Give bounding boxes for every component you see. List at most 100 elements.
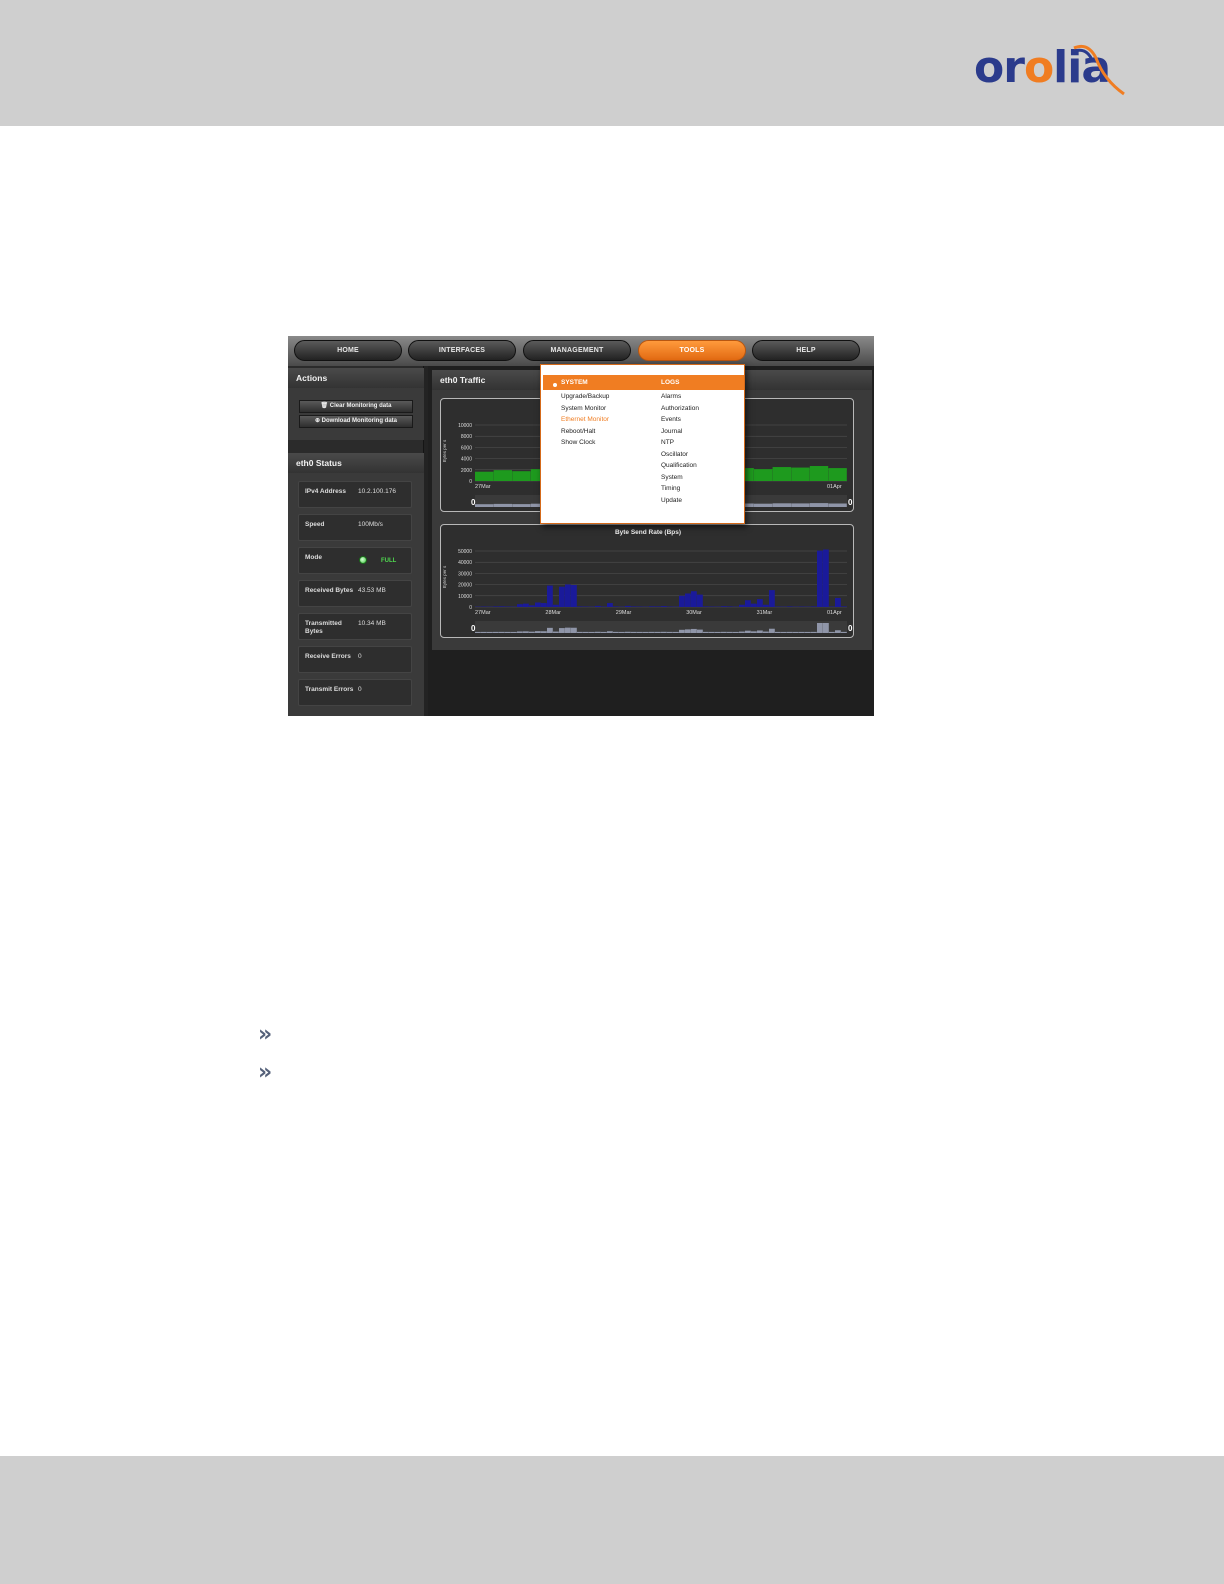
navigator-bar bbox=[595, 631, 601, 633]
navigator-bar bbox=[547, 627, 553, 633]
data-bar bbox=[649, 606, 655, 607]
navigator-bar bbox=[781, 631, 787, 633]
x-tick-label: 27Mar bbox=[475, 610, 491, 616]
navigator-bar bbox=[481, 631, 487, 633]
menu-item-system-log[interactable]: System bbox=[661, 474, 683, 481]
navigator-bar bbox=[745, 630, 751, 633]
page-header: orolia bbox=[0, 0, 1224, 126]
navigator-bar bbox=[733, 631, 739, 633]
data-bar bbox=[703, 606, 709, 607]
navigator-bar bbox=[679, 629, 685, 633]
y-tick-label: 0 bbox=[469, 479, 472, 485]
menu-item-update[interactable]: Update bbox=[661, 497, 682, 504]
menu-item-authorization[interactable]: Authorization bbox=[661, 405, 699, 412]
data-bar bbox=[691, 591, 697, 607]
page-footer bbox=[0, 1456, 1224, 1584]
menu-item-oscillator[interactable]: Oscillator bbox=[661, 451, 688, 458]
menu-item-show-clock[interactable]: Show Clock bbox=[561, 439, 595, 446]
data-bar bbox=[769, 590, 775, 607]
y-tick-label: 4000 bbox=[461, 457, 472, 463]
y-tick-label: 40000 bbox=[458, 560, 472, 566]
navigator-bar bbox=[828, 503, 847, 507]
status-panel: IPv4 Address 10.2.100.176 Speed 100Mb/s … bbox=[288, 473, 424, 716]
navigator-bar bbox=[601, 631, 607, 633]
download-monitoring-button[interactable]: ⊕ Download Monitoring data bbox=[299, 415, 413, 428]
status-row-received-bytes: Received Bytes 43.53 MB bbox=[298, 580, 412, 607]
status-row-mode: Mode FULL bbox=[298, 547, 412, 574]
navigator-bar bbox=[799, 631, 805, 633]
navigator-start-handle: 0 bbox=[471, 498, 476, 507]
menu-item-system-monitor[interactable]: System Monitor bbox=[561, 405, 606, 412]
menu-item-reboot-halt[interactable]: Reboot/Halt bbox=[561, 428, 595, 435]
navigator-bar bbox=[499, 631, 505, 633]
navigator-bar bbox=[685, 629, 691, 633]
nav-interfaces[interactable]: INTERFACES bbox=[408, 340, 516, 361]
navigator-bar bbox=[487, 631, 493, 633]
navigator-bar bbox=[739, 631, 745, 633]
menu-item-events[interactable]: Events bbox=[661, 416, 681, 423]
navigator-bar bbox=[535, 631, 541, 633]
x-tick-label: 30Mar bbox=[686, 610, 702, 616]
navigator-bar bbox=[589, 631, 595, 633]
status-row-ipv4: IPv4 Address 10.2.100.176 bbox=[298, 481, 412, 508]
web-ui-screenshot: HOME INTERFACES MANAGEMENT TOOLS HELP Ac… bbox=[288, 336, 874, 716]
sidebar: Actions 🗑 Clear Monitoring data ⊕ Downlo… bbox=[288, 366, 424, 716]
y-tick-label: 50000 bbox=[458, 549, 472, 555]
data-bar bbox=[739, 604, 745, 607]
data-bar bbox=[754, 469, 773, 481]
data-bar bbox=[517, 604, 523, 607]
data-bar bbox=[817, 550, 823, 607]
navigator-bar bbox=[619, 631, 625, 633]
navigator-bar bbox=[757, 630, 763, 633]
data-bar bbox=[685, 593, 691, 607]
navigator-bar bbox=[613, 631, 619, 633]
menu-item-upgrade-backup[interactable]: Upgrade/Backup bbox=[561, 393, 609, 400]
clear-monitoring-button[interactable]: 🗑 Clear Monitoring data bbox=[299, 400, 413, 413]
y-axis-label: Bytes per s bbox=[442, 439, 447, 462]
status-panel-title: eth0 Status bbox=[288, 453, 424, 473]
navigator-bar bbox=[809, 503, 829, 507]
navigator-bar bbox=[637, 631, 643, 633]
data-bar bbox=[613, 606, 619, 607]
chart-title: Byte Send Rate (Bps) bbox=[615, 529, 681, 536]
send-rate-chart-svg: Byte Send Rate (Bps) Bytes per s 0 10000 200… bbox=[442, 529, 853, 633]
navigator-bar bbox=[787, 631, 793, 633]
menu-item-ntp[interactable]: NTP bbox=[661, 439, 674, 446]
y-tick-label: 10000 bbox=[458, 423, 472, 429]
nav-management[interactable]: MANAGEMENT bbox=[523, 340, 631, 361]
menu-item-journal[interactable]: Journal bbox=[661, 428, 682, 435]
data-bar bbox=[499, 606, 505, 607]
send-rate-chart: Byte Send Rate (Bps) Bytes per s 0 10000 200… bbox=[440, 524, 854, 638]
x-tick-label: 01Apr bbox=[827, 484, 842, 490]
menu-item-ethernet-monitor[interactable]: Ethernet Monitor bbox=[561, 416, 609, 423]
nav-tools[interactable]: TOOLS bbox=[638, 340, 746, 361]
navigator-bar bbox=[625, 631, 631, 633]
menu-item-timing[interactable]: Timing bbox=[661, 485, 680, 492]
data-bar bbox=[625, 605, 631, 607]
data-bar bbox=[571, 585, 577, 607]
y-tick-label: 30000 bbox=[458, 571, 472, 577]
data-bar bbox=[763, 604, 769, 607]
y-tick-label: 6000 bbox=[461, 445, 472, 451]
brand-logo: orolia bbox=[974, 40, 1125, 100]
menu-item-qualification[interactable]: Qualification bbox=[661, 462, 697, 469]
navigator-bar bbox=[577, 631, 583, 633]
navigator-start-handle: 0 bbox=[471, 624, 476, 633]
navigator-bar bbox=[583, 631, 589, 633]
mode-status-led-icon bbox=[359, 556, 367, 564]
navigator-bar bbox=[709, 631, 715, 633]
data-bar bbox=[523, 603, 529, 607]
menu-section-system: SYSTEM bbox=[561, 379, 588, 386]
menu-item-alarms[interactable]: Alarms bbox=[661, 393, 681, 400]
navigator-bar bbox=[835, 630, 841, 633]
data-bar bbox=[661, 606, 667, 607]
data-bar bbox=[787, 606, 793, 607]
nav-help[interactable]: HELP bbox=[752, 340, 860, 361]
navigator-bar bbox=[721, 631, 727, 633]
navigator-bar bbox=[571, 627, 577, 633]
nav-home[interactable]: HOME bbox=[294, 340, 402, 361]
bullet-icon bbox=[553, 383, 557, 387]
x-tick-label: 01Apr bbox=[827, 610, 842, 616]
navigator-bar bbox=[841, 631, 847, 633]
navigator-bar bbox=[793, 631, 799, 633]
